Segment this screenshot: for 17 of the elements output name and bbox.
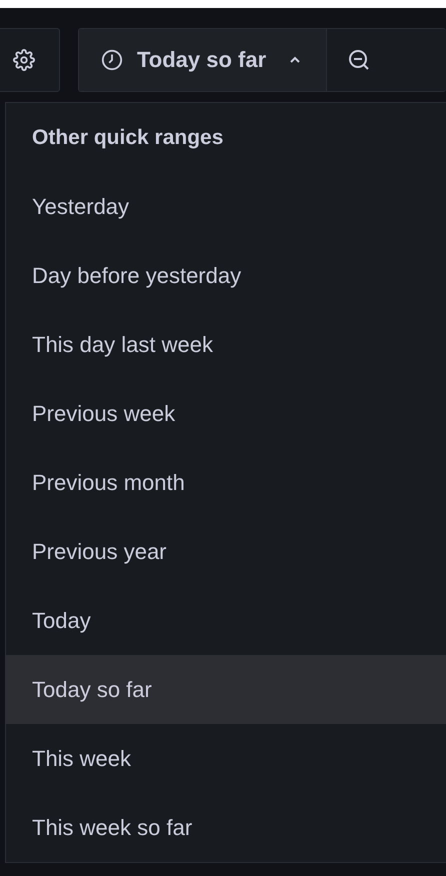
menu-item[interactable]: Yesterday [6,172,446,241]
settings-button[interactable] [0,28,60,92]
menu-item[interactable]: This day last week [6,310,446,379]
caret-icon [288,55,302,65]
time-range-picker[interactable]: Today so far [79,29,328,91]
menu-item[interactable]: Today [6,586,446,655]
menu-item[interactable]: Previous week [6,379,446,448]
menu-item[interactable]: Previous year [6,517,446,586]
menu-item[interactable]: This week so far [6,793,446,862]
settings-icon [13,49,35,71]
menu-item[interactable]: Previous month [6,448,446,517]
menu-item[interactable]: This week [6,724,446,793]
menu-heading: Other quick ranges [31,124,224,150]
menu-item[interactable]: Day before yesterday [6,241,446,310]
zoom-out-icon [347,48,372,72]
clock-icon [101,49,123,71]
menu-item[interactable]: Today so far [6,655,446,724]
